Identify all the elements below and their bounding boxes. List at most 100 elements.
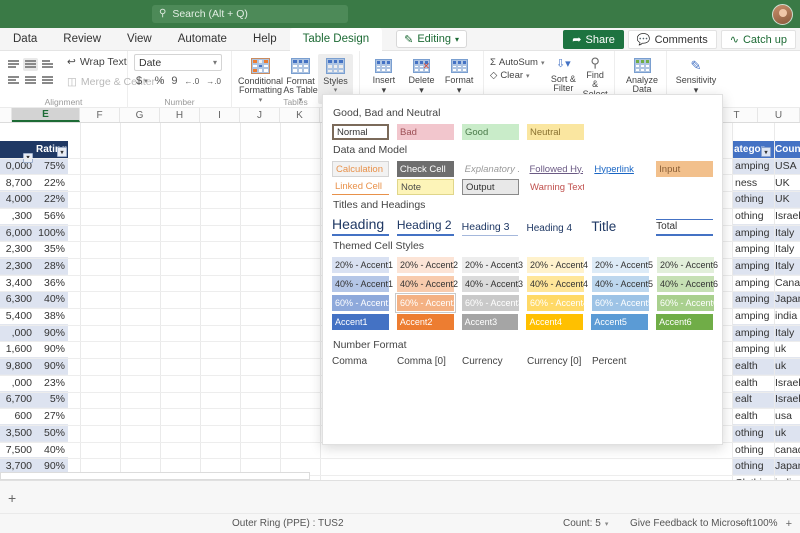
style-swatch-accent[interactable]: 60% - Accent1 <box>332 295 393 311</box>
style-swatch-accent[interactable]: 40% - Accent1 <box>332 276 393 292</box>
feedback-link[interactable]: Give Feedback to Microsoft <box>630 518 752 529</box>
style-swatch-accent[interactable]: 20% - Accent6 <box>657 257 718 273</box>
increase-decimal-button[interactable]: ←.0 <box>185 77 200 86</box>
table-row[interactable]: othing Israel <box>732 208 800 225</box>
table-row[interactable]: 7,500 40% <box>0 442 68 459</box>
percent-button[interactable]: % <box>155 75 165 87</box>
column-header-g[interactable]: G <box>120 108 160 122</box>
style-swatch-accent[interactable]: Accent1 <box>332 314 389 330</box>
style-swatch-accent[interactable]: 60% - Accent3 <box>462 295 523 311</box>
filter-dropdown-icon[interactable]: ▾ <box>57 147 67 157</box>
tab-help[interactable]: Help <box>240 28 290 51</box>
style-swatch[interactable]: Normal <box>332 124 389 140</box>
column-header-e[interactable]: E <box>12 108 80 122</box>
table-row[interactable]: amping USA <box>732 158 800 175</box>
style-swatch-accent[interactable]: 60% - Accent6 <box>657 295 718 311</box>
table-row[interactable]: ,300 56% <box>0 208 68 225</box>
style-swatch[interactable]: Explanatory ... <box>461 161 519 177</box>
style-swatch[interactable]: Input <box>656 161 713 177</box>
style-swatch-accent[interactable]: Accent4 <box>526 314 584 330</box>
style-swatch[interactable]: Good <box>462 124 519 140</box>
style-swatch-accent[interactable]: 20% - Accent5 <box>592 257 653 273</box>
align-bottom-button[interactable] <box>40 58 55 71</box>
column-header-cell[interactable]: ategor ▾ <box>732 144 772 157</box>
align-left-button[interactable] <box>6 74 21 87</box>
style-swatch-number-format[interactable]: Currency [0] <box>527 356 584 367</box>
align-top-button[interactable] <box>6 58 21 71</box>
style-swatch-accent[interactable]: 40% - Accent5 <box>592 276 653 292</box>
column-header-cell[interactable]: Rating ▾ <box>34 144 68 157</box>
column-header-h[interactable]: H <box>160 108 200 122</box>
column-header-cell[interactable]: Count <box>772 144 800 155</box>
tab-automate[interactable]: Automate <box>165 28 240 51</box>
column-header-i[interactable]: I <box>200 108 240 122</box>
table-row[interactable]: amping india <box>732 308 800 325</box>
style-swatch-accent[interactable]: 40% - Accent3 <box>462 276 523 292</box>
table-row[interactable]: ,000 90% <box>0 324 68 342</box>
filter-dropdown-icon[interactable]: ▾ <box>761 147 771 157</box>
style-swatch[interactable]: Linked Cell <box>332 179 389 195</box>
style-swatch[interactable]: Warning Text <box>527 179 584 195</box>
table-row[interactable]: 5,400 38% <box>0 308 68 325</box>
column-header-k[interactable]: K <box>280 108 320 122</box>
table-row[interactable]: 6,700 5% <box>0 391 68 409</box>
style-swatch[interactable]: Note <box>397 179 454 195</box>
table-row[interactable]: amping Italy <box>732 324 800 342</box>
style-swatch-accent[interactable]: 40% - Accent4 <box>527 276 588 292</box>
avatar[interactable] <box>772 3 793 25</box>
column-header-j[interactable]: J <box>240 108 280 122</box>
clear-button[interactable]: ◇ Clear ▾ <box>490 70 544 81</box>
table-row[interactable]: othing uk <box>732 425 800 442</box>
table-row[interactable]: amping Japan <box>732 291 800 309</box>
table-row[interactable]: ealth usa <box>732 408 800 425</box>
chevron-down-icon[interactable]: ▾ <box>144 77 148 85</box>
style-swatch[interactable]: Bad <box>397 124 454 140</box>
decrease-decimal-button[interactable]: →.0 <box>206 77 221 86</box>
table-row[interactable]: 4,000 22% <box>0 191 68 209</box>
style-swatch[interactable]: Output <box>462 179 519 195</box>
table-row[interactable]: 2,300 28% <box>0 258 68 275</box>
table-row[interactable]: amping Italy <box>732 258 800 275</box>
table-row[interactable]: 2,300 35% <box>0 241 68 259</box>
style-swatch-accent[interactable]: Accent2 <box>396 314 454 330</box>
style-swatch[interactable]: Calculation <box>332 161 389 177</box>
autosum-button[interactable]: Σ AutoSum ▾ <box>490 57 544 68</box>
horizontal-scrollbar[interactable] <box>0 472 310 480</box>
tab-table-design[interactable]: Table Design <box>289 27 383 51</box>
column-header-u[interactable]: U <box>758 108 800 122</box>
style-swatch-number-format[interactable]: Currency <box>462 356 519 367</box>
style-swatch-accent[interactable]: Accent5 <box>591 314 649 330</box>
style-swatch-accent[interactable]: Accent6 <box>656 314 713 330</box>
catch-up-button[interactable]: ∿ Catch up <box>720 30 796 49</box>
style-swatch[interactable]: Hyperlink <box>591 161 649 177</box>
style-swatch-accent[interactable]: 20% - Accent4 <box>527 257 588 273</box>
style-swatch[interactable]: Neutral <box>527 124 584 140</box>
table-row[interactable]: 3,400 36% <box>0 275 68 292</box>
align-middle-button[interactable] <box>23 57 38 71</box>
add-sheet-button[interactable]: + <box>8 490 16 506</box>
table-row[interactable]: ealt Israel <box>732 391 800 409</box>
style-swatch-accent[interactable]: 40% - Accent2 <box>397 276 458 292</box>
style-swatch-heading[interactable]: Heading 3 <box>461 221 519 236</box>
column-header-f[interactable]: F <box>80 108 120 122</box>
align-center-button[interactable] <box>23 74 38 87</box>
style-swatch[interactable]: Check Cell <box>396 161 454 177</box>
table-row[interactable]: 9,800 90% <box>0 358 68 375</box>
table-row[interactable]: ,000 23% <box>0 375 68 392</box>
currency-button[interactable]: $ <box>136 75 142 87</box>
style-swatch-accent[interactable]: 20% - Accent1 <box>332 257 393 273</box>
zoom-out-button[interactable]: − <box>738 518 744 530</box>
style-swatch[interactable]: Followed Hy... <box>526 161 584 177</box>
tab-review[interactable]: Review <box>50 28 114 51</box>
table-row[interactable]: 1,600 90% <box>0 342 68 359</box>
style-swatch-heading[interactable]: Title <box>591 219 648 236</box>
style-swatch-heading[interactable]: Heading 4 <box>526 223 583 236</box>
comma-button[interactable]: 9 <box>171 75 177 87</box>
style-swatch-number-format[interactable]: Comma <box>332 356 389 367</box>
table-row[interactable]: 6,300 40% <box>0 291 68 309</box>
zoom-in-button[interactable]: + <box>786 518 792 530</box>
style-swatch-accent[interactable]: 60% - Accent4 <box>527 295 588 311</box>
table-row[interactable]: amping uk <box>732 342 800 359</box>
tab-view[interactable]: View <box>114 28 165 51</box>
table-row[interactable]: 3,500 50% <box>0 425 68 442</box>
